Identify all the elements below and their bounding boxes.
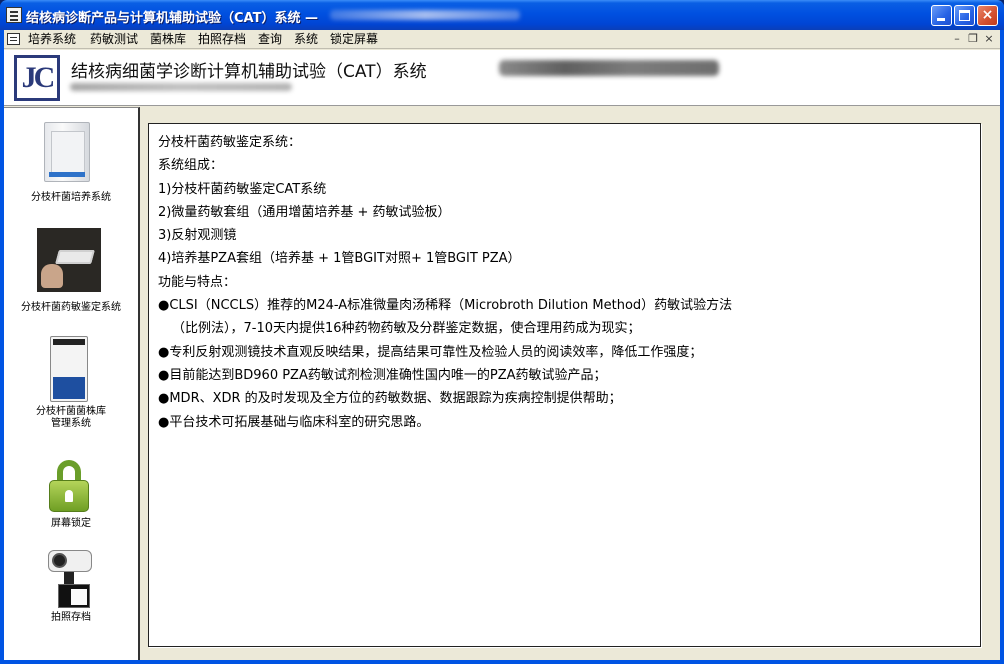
mdi-restore-button[interactable]: ❐	[966, 32, 980, 46]
text-line: ●目前能达到BD960 PZA药敏试剂检测准确性国内唯一的PZA药敏试验产品；	[158, 367, 607, 383]
incubator-icon	[44, 122, 90, 182]
app-icon[interactable]	[6, 7, 22, 23]
text-line: 1)分枝杆菌药敏鉴定CAT系统	[158, 181, 327, 197]
nav-screen-lock[interactable]: 屏幕锁定	[4, 460, 138, 536]
text-line: ●CLSI（NCCLS）推荐的M24-A标准微量肉汤稀释（Microbroth …	[158, 298, 733, 314]
text-line: 4)培养基PZA套组（培养基 + 1管BGIT对照+ 1管BGIT PZA）	[158, 251, 521, 267]
nav-susceptibility-system-label: 分枝杆菌药敏鉴定系统	[21, 302, 121, 313]
menu-susceptibility-test[interactable]: 药敏测试	[90, 32, 138, 47]
strain-cabinet-icon	[50, 336, 88, 402]
nav-sidebar: 分枝杆菌培养系统 分枝杆菌药敏鉴定系统 分枝杆菌菌株库 管理系统 屏幕锁定 拍照…	[4, 107, 140, 660]
system-title: 结核病细菌学诊断计算机辅助试验（CAT）系统	[71, 62, 427, 82]
test-plate-photo-icon	[37, 228, 101, 292]
menu-bar: 培养系统 药敏测试 菌株库 拍照存档 查询 系统 锁定屏幕 – ❐ ×	[4, 30, 1000, 49]
nav-photo-archive[interactable]: 拍照存档	[4, 550, 138, 630]
menu-strain-library[interactable]: 菌株库	[150, 32, 186, 47]
app-header: 结核病细菌学诊断计算机辅助试验（CAT）系统	[4, 50, 1000, 106]
description-text: 分枝杆菌药敏鉴定系统： 系统组成： 1)分枝杆菌药敏鉴定CAT系统 2)微量药敏…	[158, 131, 973, 434]
app-window: 结核病诊断产品与计算机辅助试验（CAT）系统 — × 培养系统 药敏测试 菌株库…	[0, 0, 1004, 664]
text-line: 分枝杆菌药敏鉴定系统：	[158, 135, 302, 150]
menu-system[interactable]: 系统	[294, 32, 318, 47]
camera-icon	[48, 550, 94, 610]
mdi-close-button[interactable]: ×	[982, 32, 996, 46]
nav-culture-system[interactable]: 分枝杆菌培养系统	[4, 122, 138, 212]
text-line: ●MDR、XDR 的及时发现及全方位的药敏数据、数据跟踪为疾病控制提供帮助；	[158, 391, 622, 407]
redacted-title-suffix	[330, 10, 520, 20]
menu-culture-system[interactable]: 培养系统	[28, 32, 76, 47]
nav-susceptibility-system[interactable]: 分枝杆菌药敏鉴定系统	[4, 228, 138, 318]
nav-culture-system-label: 分枝杆菌培养系统	[31, 192, 111, 203]
redacted-header-text	[499, 60, 719, 76]
minimize-button[interactable]	[931, 5, 952, 26]
text-line: 3)反射观测镜	[158, 228, 237, 244]
text-line: 2)微量药敏套组（通用增菌培养基 + 药敏试验板）	[158, 204, 451, 220]
title-bar[interactable]: 结核病诊断产品与计算机辅助试验（CAT）系统 — ×	[0, 0, 1004, 30]
redacted-header-subtext	[70, 83, 292, 91]
text-line: ●专利反射观测镜技术直观反映结果，提高结果可靠性及检验人员的阅读效率，降低工作强…	[158, 344, 703, 360]
company-logo	[14, 55, 60, 101]
close-icon: ×	[981, 7, 994, 23]
nav-photo-archive-label: 拍照存档	[51, 612, 91, 623]
text-line: 功能与特点：	[158, 274, 237, 290]
lock-icon	[49, 460, 89, 512]
mdi-document-icon[interactable]	[7, 33, 20, 45]
nav-strain-library[interactable]: 分枝杆菌菌株库 管理系统	[4, 336, 138, 436]
maximize-button[interactable]	[954, 5, 975, 26]
window-title: 结核病诊断产品与计算机辅助试验（CAT）系统 —	[26, 11, 318, 26]
text-line: ●平台技术可拓展基础与临床科室的研究思路。	[158, 414, 430, 430]
menu-query[interactable]: 查询	[258, 32, 282, 47]
maximize-icon	[959, 10, 970, 21]
nav-strain-library-label-1: 分枝杆菌菌株库	[36, 406, 106, 417]
nav-strain-library-label-2: 管理系统	[51, 418, 91, 429]
description-panel: 分枝杆菌药敏鉴定系统： 系统组成： 1)分枝杆菌药敏鉴定CAT系统 2)微量药敏…	[148, 123, 981, 647]
client-area: 培养系统 药敏测试 菌株库 拍照存档 查询 系统 锁定屏幕 – ❐ × 结核病细…	[4, 30, 1000, 660]
nav-screen-lock-label: 屏幕锁定	[51, 518, 91, 529]
text-line: （比例法），7-10天内提供16种药物药敏及分群鉴定数据，使合理用药成为现实；	[172, 321, 641, 337]
text-line: 系统组成：	[158, 158, 224, 174]
minimize-icon	[937, 18, 945, 21]
mdi-minimize-button[interactable]: –	[950, 32, 964, 46]
close-button[interactable]: ×	[977, 5, 998, 26]
menu-photo-archive[interactable]: 拍照存档	[198, 32, 246, 47]
menu-lock-screen[interactable]: 锁定屏幕	[330, 32, 378, 47]
